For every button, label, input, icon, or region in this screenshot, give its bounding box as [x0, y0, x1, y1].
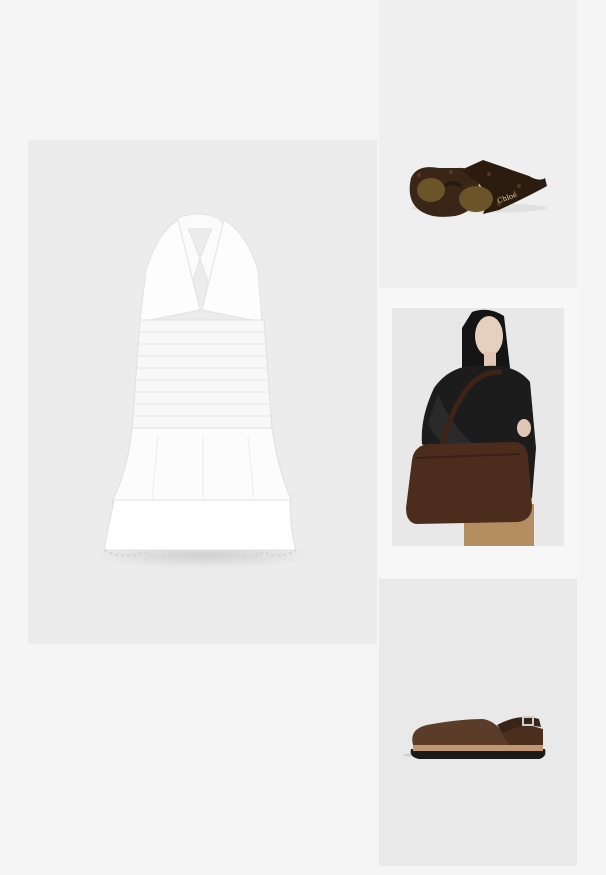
- dress-image: [93, 213, 313, 569]
- model-with-bag-image: [406, 309, 536, 546]
- sunglasses-image: [409, 160, 547, 217]
- product-card-sunglasses[interactable]: Tortoiseshell oval sunglasses Chloé: [379, 0, 577, 288]
- product-image-alt: Model carrying a brown suede shoulder ba…: [379, 290, 380, 291]
- product-card-clog[interactable]: Brown suede slingback clog: [379, 579, 577, 866]
- bag-photo: [392, 308, 564, 546]
- clog-image: [403, 716, 547, 759]
- product-card-bag[interactable]: Model carrying a brown suede shoulder ba…: [379, 290, 577, 577]
- product-card-dress[interactable]: White halter smocked mini dress with tie…: [28, 140, 377, 644]
